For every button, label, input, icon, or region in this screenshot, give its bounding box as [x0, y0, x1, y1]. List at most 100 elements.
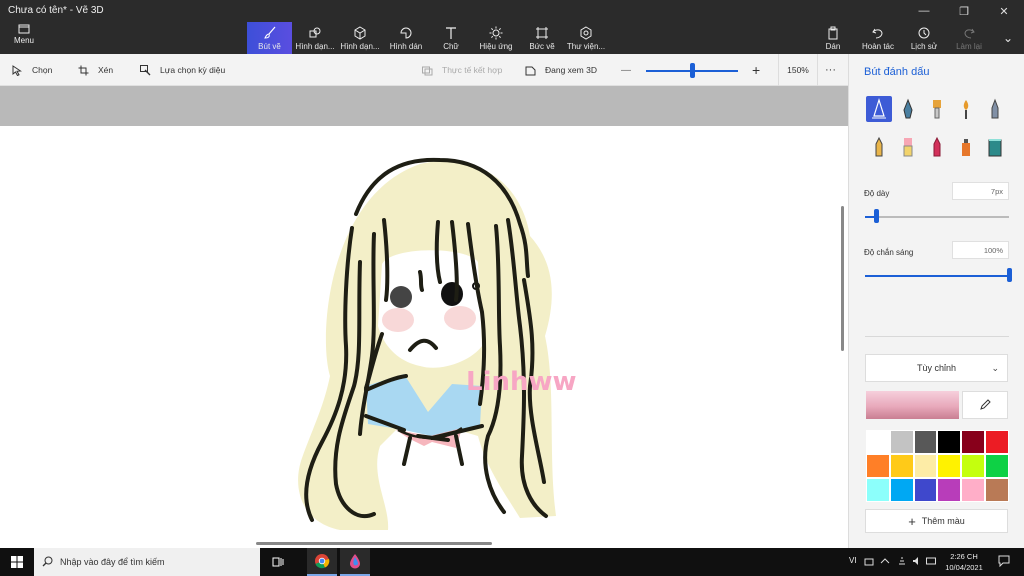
tab-text-label: Chữ — [443, 41, 459, 51]
opacity-slider-track[interactable] — [865, 275, 1009, 277]
search-placeholder: Nhập vào đây để tìm kiếm — [60, 557, 165, 567]
thickness-slider-track[interactable] — [865, 216, 1009, 218]
color-mode-value: Tùy chỉnh — [916, 363, 957, 373]
notification-tray-icon[interactable] — [864, 556, 874, 566]
vertical-scrollbar[interactable] — [841, 206, 844, 351]
toolbar-more-button[interactable]: ··· — [825, 54, 836, 86]
zoom-level[interactable]: 150% — [778, 54, 818, 86]
watercolor-brush[interactable] — [953, 96, 979, 122]
magic-select-tool[interactable]: Lựa chọn kỳ diệu — [140, 54, 225, 86]
menu-button[interactable]: Menu — [6, 24, 42, 52]
clock-date: 10/04/2021 — [945, 563, 983, 572]
color-swatch[interactable] — [913, 478, 938, 502]
tab-brushes[interactable]: Bút vẽ — [247, 22, 292, 54]
eraser-icon — [903, 138, 913, 157]
color-mode-dropdown[interactable]: Tùy chỉnh ⌄ — [865, 354, 1008, 382]
chevron-up-icon[interactable] — [880, 557, 890, 565]
zoom-slider-thumb[interactable] — [689, 63, 695, 78]
color-swatch[interactable] — [889, 430, 914, 454]
windows-taskbar: Nhập vào đây để tìm kiếm VI 2:26 CH 10/0… — [0, 548, 1024, 576]
select-tool[interactable]: Chọn — [12, 54, 52, 86]
pencil-icon — [875, 136, 883, 157]
task-view-icon — [272, 557, 284, 567]
zoom-out-button[interactable]: — — [621, 54, 631, 86]
color-swatch[interactable] — [984, 454, 1009, 478]
color-swatch[interactable] — [889, 454, 914, 478]
tab-effects-label: Hiệu ứng — [479, 41, 513, 51]
eyedropper-button[interactable] — [962, 391, 1008, 419]
taskbar-chrome[interactable] — [307, 548, 337, 576]
tab-stickers[interactable]: Hình dán — [386, 22, 426, 54]
network-icon[interactable] — [897, 556, 907, 566]
crop-tool[interactable]: Xén — [78, 54, 113, 86]
paste-button[interactable]: Dán — [818, 22, 848, 54]
current-color-swatch[interactable] — [866, 391, 959, 419]
tab-canvas[interactable]: Bức vẽ — [524, 22, 560, 54]
left-eye — [390, 286, 412, 308]
color-swatch[interactable] — [937, 454, 962, 478]
color-swatch[interactable] — [913, 454, 938, 478]
spray-can-brush[interactable] — [953, 134, 979, 160]
color-swatch[interactable] — [866, 478, 890, 502]
magic-select-label: Lựa chọn kỳ diệu — [160, 65, 226, 75]
opacity-slider-fill — [865, 275, 1009, 277]
keyboard-icon[interactable] — [926, 556, 936, 566]
right-cheek-blush — [444, 306, 476, 330]
tab-3d-library[interactable]: Thư viện... — [564, 22, 608, 54]
calligraphy-pen-brush[interactable] — [895, 96, 921, 122]
folder-icon — [18, 24, 30, 34]
history-button[interactable]: Lịch sử — [906, 22, 942, 54]
zoom-in-button[interactable]: + — [752, 54, 760, 86]
volume-icon[interactable] — [912, 556, 922, 566]
tab-3d-shapes[interactable]: Hình dạn... — [339, 22, 381, 54]
drawing-canvas[interactable]: Linhww — [0, 86, 848, 548]
color-swatch[interactable] — [889, 478, 914, 502]
pencil-brush[interactable] — [866, 134, 892, 160]
start-button[interactable] — [0, 548, 34, 576]
minimize-button[interactable]: — — [904, 0, 944, 22]
color-swatch[interactable] — [961, 478, 985, 502]
ribbon-more-button[interactable]: ⌄ — [996, 22, 1020, 54]
opacity-slider-thumb[interactable] — [1006, 268, 1012, 282]
chevron-down-icon: ⌄ — [991, 363, 999, 373]
select-label: Chọn — [32, 65, 53, 75]
thickness-input[interactable]: 7px — [952, 182, 1009, 200]
color-swatch[interactable] — [984, 430, 1009, 454]
color-swatch[interactable] — [961, 454, 985, 478]
color-swatch[interactable] — [984, 478, 1009, 502]
add-color-button[interactable]: + Thêm màu — [865, 509, 1008, 533]
color-swatch[interactable] — [937, 478, 962, 502]
marker-brush[interactable] — [866, 96, 892, 122]
redo-button[interactable]: Làm lại — [950, 22, 988, 54]
undo-button[interactable]: Hoàn tác — [858, 22, 898, 54]
color-swatch[interactable] — [913, 430, 938, 454]
view-3d-button[interactable]: Đang xem 3D — [525, 54, 597, 86]
crayon-brush[interactable] — [924, 134, 950, 160]
tab-2d-shapes[interactable]: Hình dạn... — [294, 22, 336, 54]
taskbar-search-box[interactable]: Nhập vào đây để tìm kiếm — [34, 548, 260, 576]
color-swatch[interactable] — [961, 430, 985, 454]
maximize-button[interactable]: ❐ — [944, 0, 984, 22]
color-swatch[interactable] — [866, 430, 890, 454]
fill-bucket-brush[interactable] — [982, 134, 1008, 160]
task-view-button[interactable] — [263, 548, 293, 576]
horizontal-scrollbar[interactable] — [256, 542, 492, 545]
tab-text[interactable]: Chữ — [434, 22, 468, 54]
pixel-pen-brush[interactable] — [982, 96, 1008, 122]
input-language[interactable]: VI — [849, 556, 857, 565]
taskbar-paint-3d[interactable] — [340, 548, 370, 576]
color-swatch[interactable] — [866, 454, 890, 478]
color-swatch[interactable] — [937, 430, 962, 454]
right-eye — [441, 282, 463, 306]
oil-brush[interactable] — [924, 96, 950, 122]
eraser-brush[interactable] — [895, 134, 921, 160]
taskbar-clock[interactable]: 2:26 CH 10/04/2021 — [938, 551, 990, 573]
opacity-input[interactable]: 100% — [952, 241, 1009, 259]
thickness-slider-thumb[interactable] — [874, 209, 880, 223]
tab-effects[interactable]: Hiệu ứng — [476, 22, 516, 54]
close-button[interactable]: ✕ — [984, 0, 1024, 22]
action-center-icon[interactable] — [998, 555, 1010, 567]
mixed-reality-button[interactable]: Thực tế kết hợp — [422, 54, 502, 86]
view-3d-icon — [525, 66, 536, 75]
canvas-workspace[interactable]: Linhww — [0, 86, 848, 548]
